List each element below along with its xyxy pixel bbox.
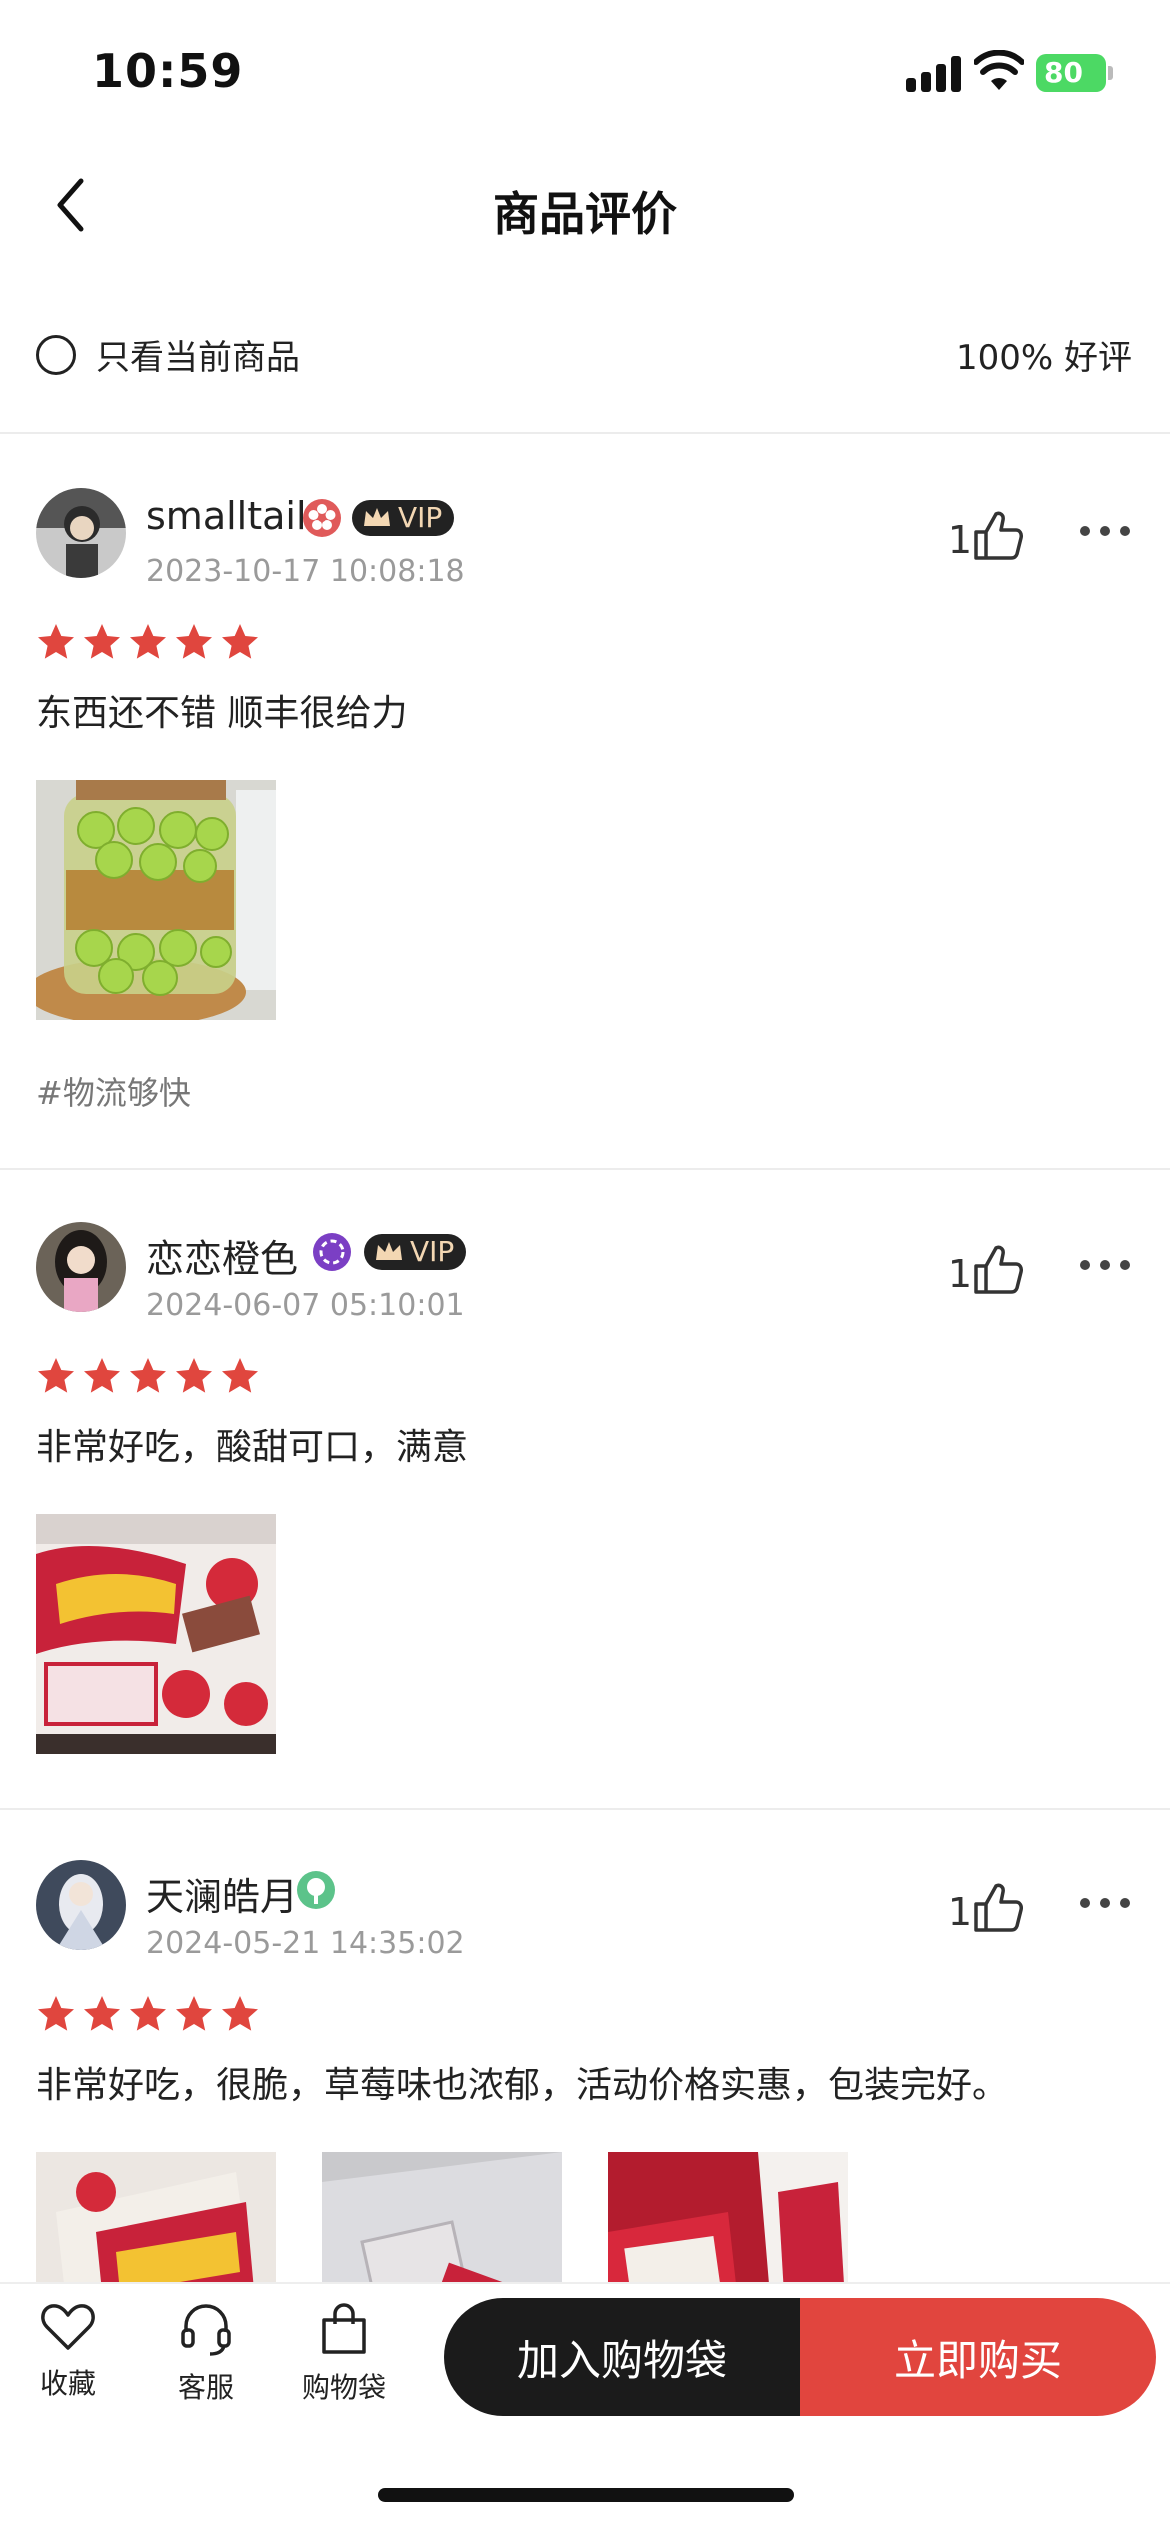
nav-bar: 商品评价 bbox=[0, 140, 1170, 270]
star-icon bbox=[84, 624, 120, 659]
heart-icon bbox=[41, 2304, 95, 2350]
star-icon bbox=[38, 1358, 74, 1393]
vip-label: VIP bbox=[398, 501, 443, 534]
more-options-icon[interactable] bbox=[1080, 526, 1130, 540]
review-text: 非常好吃，酸甜可口，满意 bbox=[36, 1427, 469, 1468]
star-icon bbox=[130, 1358, 166, 1393]
radio-circle-icon[interactable] bbox=[36, 334, 76, 375]
star-icon bbox=[84, 1358, 120, 1393]
more-options-icon[interactable] bbox=[1080, 1898, 1130, 1912]
like-count: 1 bbox=[947, 518, 972, 562]
star-rating bbox=[36, 622, 266, 662]
customer-service-button[interactable]: 客服 bbox=[146, 2302, 266, 2406]
page-title: 商品评价 bbox=[493, 187, 677, 241]
star-icon bbox=[84, 1996, 120, 2031]
user-name[interactable]: smalltail bbox=[146, 494, 307, 538]
divider bbox=[0, 1168, 1170, 1170]
avatar[interactable] bbox=[36, 1222, 126, 1312]
vip-badge: VIP bbox=[364, 1234, 467, 1270]
level-badge-icon bbox=[297, 1871, 335, 1909]
review-photo[interactable] bbox=[36, 1514, 276, 1754]
headset-icon bbox=[181, 2304, 231, 2356]
cellular-signal-icon bbox=[906, 56, 962, 92]
crown-icon bbox=[364, 508, 390, 526]
photo-row bbox=[36, 780, 322, 1020]
level-badge-icon bbox=[313, 1233, 351, 1271]
flower-badge-icon bbox=[303, 499, 341, 537]
shopping-bag-icon bbox=[322, 2303, 366, 2354]
filter-label: 只看当前商品 bbox=[96, 338, 300, 378]
review-time: 2024-05-21 14:35:02 bbox=[146, 1926, 465, 1961]
review-time: 2023-10-17 10:08:18 bbox=[146, 554, 465, 589]
star-rating bbox=[36, 1994, 266, 2034]
star-icon bbox=[130, 1996, 166, 2031]
divider bbox=[0, 432, 1170, 434]
status-bar: 10:59 80 bbox=[0, 0, 1170, 140]
thumbs-up-icon[interactable] bbox=[970, 1880, 1026, 1936]
review-time: 2024-06-07 05:10:01 bbox=[146, 1288, 465, 1323]
battery-level: 80 bbox=[1044, 56, 1083, 89]
crown-icon bbox=[376, 1242, 402, 1260]
vip-label: VIP bbox=[410, 1235, 455, 1268]
review-tag[interactable]: #物流够快 bbox=[36, 1068, 191, 1114]
user-name[interactable]: 恋恋橙色 bbox=[146, 1228, 298, 1283]
avatar[interactable] bbox=[36, 488, 126, 578]
status-time: 10:59 bbox=[92, 44, 244, 98]
thumbs-up-icon[interactable] bbox=[970, 508, 1026, 564]
shopping-bag-button[interactable]: 购物袋 bbox=[284, 2302, 404, 2406]
star-icon bbox=[130, 624, 166, 659]
only-current-product-toggle[interactable]: 只看当前商品 bbox=[36, 330, 300, 379]
review-text: 非常好吃，很脆，草莓味也浓郁，活动价格实惠，包装完好。 bbox=[36, 2065, 1009, 2106]
star-icon bbox=[176, 1358, 212, 1393]
like-count: 1 bbox=[947, 1890, 972, 1934]
photo-row bbox=[36, 1514, 322, 1754]
thumbs-up-icon[interactable] bbox=[970, 1242, 1026, 1298]
star-icon bbox=[176, 1996, 212, 2031]
buy-now-button[interactable]: 立即购买 bbox=[800, 2298, 1156, 2416]
star-icon bbox=[222, 1996, 258, 2031]
star-icon bbox=[222, 1358, 258, 1393]
vip-badge: VIP bbox=[352, 500, 455, 536]
user-name[interactable]: 天澜皓月 bbox=[146, 1866, 298, 1921]
favorite-label: 收藏 bbox=[39, 2367, 96, 2400]
battery-icon: 80 bbox=[1036, 54, 1113, 92]
star-rating bbox=[36, 1356, 266, 1396]
shopping-bag-label: 购物袋 bbox=[301, 2371, 386, 2404]
review-photo[interactable] bbox=[36, 780, 276, 1020]
star-icon bbox=[38, 624, 74, 659]
avatar[interactable] bbox=[36, 1860, 126, 1950]
star-icon bbox=[176, 624, 212, 659]
star-icon bbox=[222, 624, 258, 659]
star-icon bbox=[38, 1996, 74, 2031]
customer-service-label: 客服 bbox=[177, 2371, 234, 2404]
divider bbox=[0, 1808, 1170, 1810]
filter-row: 只看当前商品 100% 好评 bbox=[0, 300, 1170, 406]
more-options-icon[interactable] bbox=[1080, 1260, 1130, 1274]
favorite-button[interactable]: 收藏 bbox=[8, 2302, 128, 2402]
good-rate: 100% 好评 bbox=[955, 338, 1132, 378]
wifi-icon bbox=[974, 50, 1024, 90]
like-count: 1 bbox=[947, 1252, 972, 1296]
review-text: 东西还不错 顺丰很给力 bbox=[36, 693, 408, 734]
home-indicator bbox=[378, 2488, 794, 2502]
add-to-bag-button[interactable]: 加入购物袋 bbox=[444, 2298, 800, 2416]
